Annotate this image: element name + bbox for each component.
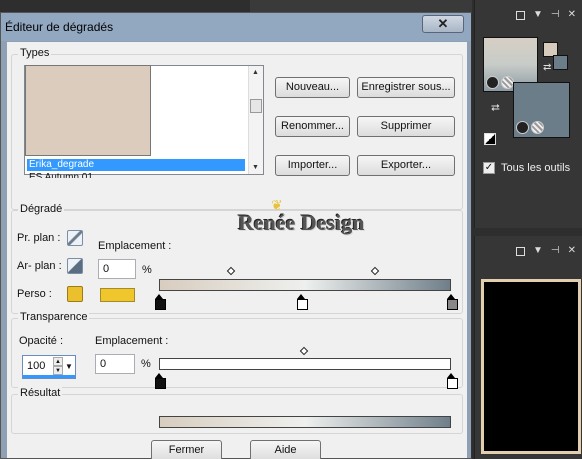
list-scrollbar[interactable]: ▲ ▼ xyxy=(248,66,263,174)
foreground-label: Pr. plan : xyxy=(17,232,61,244)
close-button[interactable]: Fermer xyxy=(151,440,222,459)
percent-sign: % xyxy=(142,264,152,276)
scroll-down-icon[interactable]: ▼ xyxy=(252,164,259,171)
watermark-logo: Renée Design xyxy=(238,210,365,235)
panel-menu-icon[interactable]: ▼ xyxy=(533,246,543,256)
gradient-bar[interactable] xyxy=(159,279,451,291)
gradient-stop[interactable] xyxy=(155,294,166,310)
background-source-icon[interactable] xyxy=(67,258,83,274)
gradient-list[interactable]: Bahai-red.jpg Erika_degrade ES Autumn 01… xyxy=(24,65,264,178)
panel-close-icon[interactable]: ✕ xyxy=(568,10,576,20)
opacity-value: 100 xyxy=(27,360,46,372)
gradient-location-label: Emplacement : xyxy=(98,240,172,252)
swap-colors-icon[interactable]: ⇄ xyxy=(543,62,551,73)
style-icon[interactable] xyxy=(486,76,499,89)
panel-menu-icon[interactable]: ▼ xyxy=(533,10,543,20)
all-tools-option[interactable]: ✓ Tous les outils xyxy=(483,162,570,174)
gradient-stop[interactable] xyxy=(447,294,458,310)
panel-pin-icon[interactable]: ⊣ xyxy=(551,246,560,256)
opacity-slider-bar[interactable] xyxy=(23,375,75,378)
title-bar[interactable]: Éditeur de dégradés ✕ xyxy=(1,13,471,41)
transparency-stop[interactable] xyxy=(447,373,458,389)
custom-color-swatch[interactable] xyxy=(100,288,135,302)
swap-materials-icon[interactable]: ⮂ xyxy=(491,102,500,115)
new-button[interactable]: Nouveau... xyxy=(275,77,350,98)
result-group: Résultat xyxy=(11,387,463,434)
materials-panel: ▼ ⊣ ✕ ⇄ ⮂ ✓ Tous les outils xyxy=(474,0,582,228)
opacity-spinbox[interactable]: 100 ▲ ▼ ▼ xyxy=(22,355,76,379)
panel-pin-icon[interactable]: ⊣ xyxy=(551,10,560,20)
texture-icon[interactable] xyxy=(531,121,544,134)
preview-image xyxy=(481,279,581,454)
rename-button[interactable]: Renommer... xyxy=(275,116,350,137)
list-item[interactable]: ES Autumn 01 xyxy=(27,172,245,178)
import-button[interactable]: Importer... xyxy=(275,155,350,176)
help-button[interactable]: Aide xyxy=(250,440,321,459)
background-color-swatch[interactable] xyxy=(553,55,568,70)
preview-panel: ▼ ⊣ ✕ xyxy=(474,236,582,459)
foreground-source-icon[interactable] xyxy=(67,230,83,246)
reset-colors-icon[interactable] xyxy=(484,133,496,145)
export-button[interactable]: Exporter... xyxy=(357,155,455,176)
gradient-title: Dégradé xyxy=(18,203,65,215)
percent-sign: % xyxy=(141,358,151,370)
scroll-up-icon[interactable]: ▲ xyxy=(252,69,259,76)
result-gradient-bar xyxy=(159,416,451,428)
scroll-thumb[interactable] xyxy=(250,99,262,113)
opacity-label: Opacité : xyxy=(19,335,64,347)
gradient-stop[interactable] xyxy=(297,294,308,310)
transparency-location-label: Emplacement : xyxy=(95,335,169,347)
style-icon[interactable] xyxy=(516,121,529,134)
panel-close-icon[interactable]: ✕ xyxy=(568,246,576,256)
types-title: Types xyxy=(18,47,52,59)
dropdown-arrow-icon[interactable]: ▼ xyxy=(65,362,73,371)
all-tools-label: Tous les outils xyxy=(501,162,571,174)
result-title: Résultat xyxy=(18,387,63,399)
panel-maximize-icon[interactable] xyxy=(515,246,525,256)
gradient-editor-dialog: Éditeur de dégradés ✕ Types Bahai-red.jp… xyxy=(0,12,472,459)
spin-up-icon[interactable]: ▲ xyxy=(53,357,63,366)
transparency-bar[interactable] xyxy=(159,358,451,370)
gradient-preview-thumbnail xyxy=(25,65,151,156)
transparency-title: Transparence xyxy=(18,311,90,323)
close-icon[interactable]: ✕ xyxy=(422,15,464,33)
gradient-location-input[interactable]: 0 xyxy=(98,259,136,279)
dialog-client: Types Bahai-red.jpg Erika_degrade ES Aut… xyxy=(7,42,467,459)
custom-label: Perso : xyxy=(17,288,52,300)
save-as-button[interactable]: Enregistrer sous... xyxy=(357,77,455,98)
panel-maximize-icon[interactable] xyxy=(515,10,525,20)
background-material-swatch[interactable] xyxy=(513,82,570,138)
spin-down-icon[interactable]: ▼ xyxy=(53,366,63,375)
list-item-selected[interactable]: Erika_degrade xyxy=(27,159,245,171)
all-tools-checkbox[interactable]: ✓ xyxy=(483,162,495,174)
transparency-location-input[interactable]: 0 xyxy=(95,354,135,374)
window-title: Éditeur de dégradés xyxy=(5,20,114,34)
delete-button[interactable]: Supprimer xyxy=(357,116,455,137)
transparency-group: Transparence xyxy=(11,311,463,388)
custom-color-icon[interactable] xyxy=(67,286,83,302)
background-label: Ar- plan : xyxy=(17,260,62,272)
transparency-stop[interactable] xyxy=(155,373,166,389)
